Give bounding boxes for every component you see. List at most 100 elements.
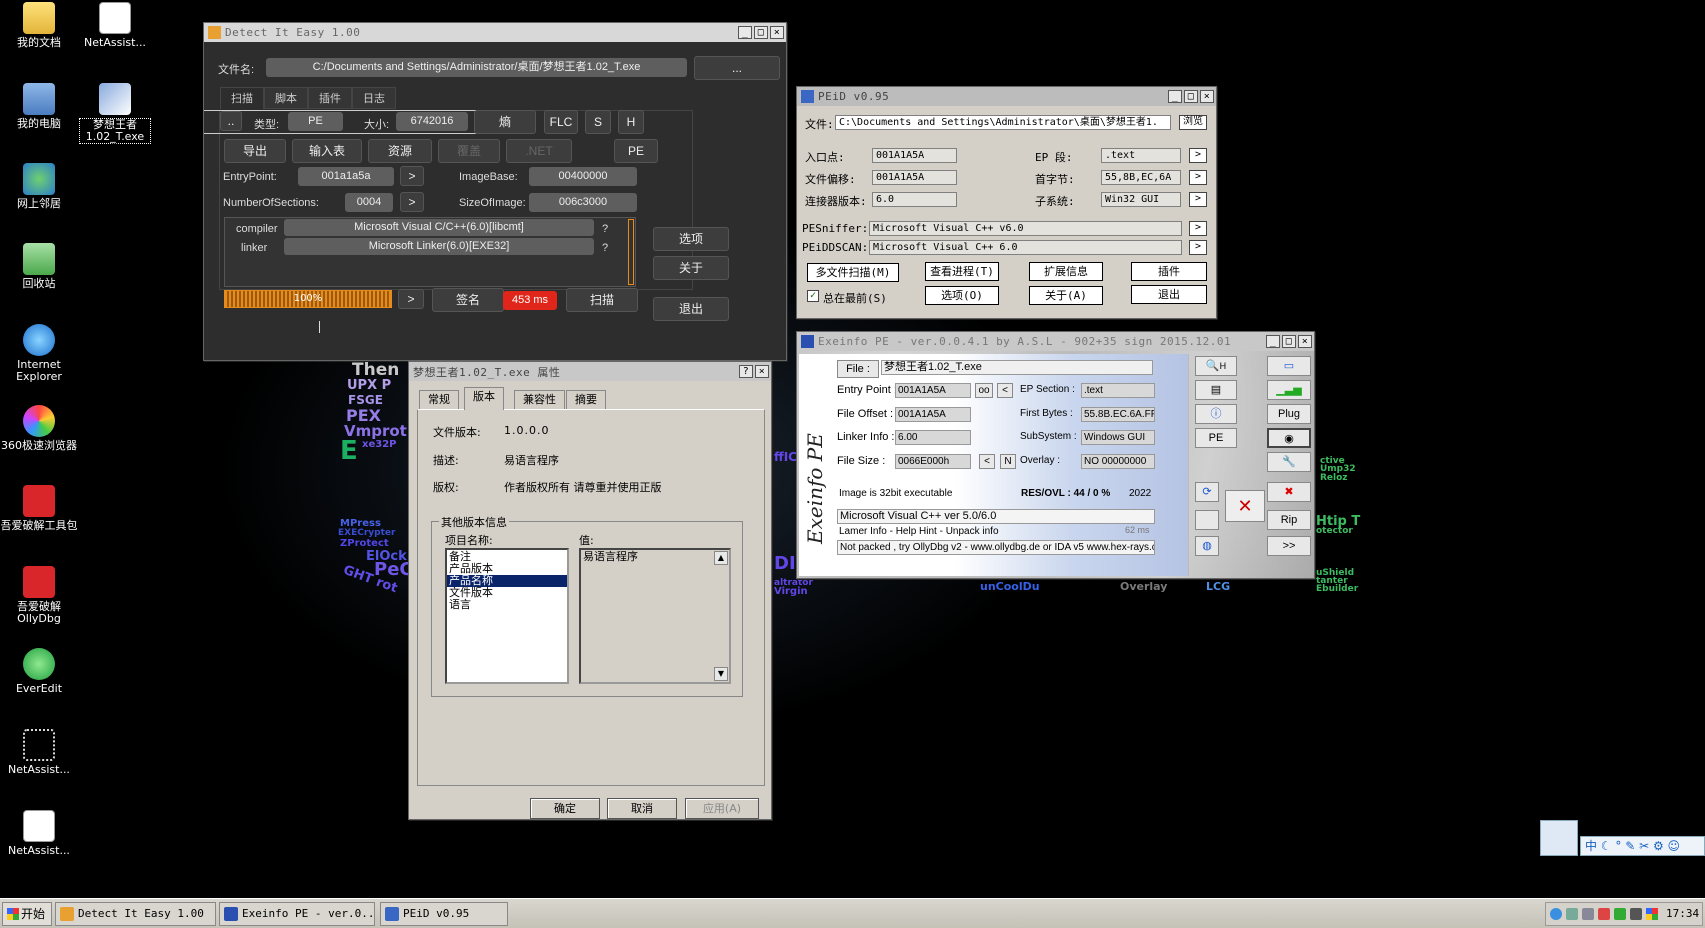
- ime-mode[interactable]: 中: [1585, 839, 1597, 853]
- peid-file-value[interactable]: C:\Documents and Settings\Administrator\…: [835, 115, 1171, 130]
- exe-open-button[interactable]: ▭: [1267, 356, 1311, 376]
- scroll-up-icon[interactable]: ▲: [714, 551, 728, 565]
- die-options-button[interactable]: 选项: [653, 227, 729, 251]
- close-button[interactable]: ×: [1298, 335, 1312, 348]
- maximize-button[interactable]: □: [1282, 335, 1296, 348]
- peid-epsec-arrow[interactable]: >: [1189, 148, 1207, 163]
- exe-small-button[interactable]: [1195, 510, 1219, 530]
- die-compiler-help[interactable]: ?: [602, 223, 608, 235]
- die-ep-arrow-button[interactable]: >: [400, 166, 424, 186]
- props-value-box[interactable]: 易语言程序 ▲ ▼: [579, 548, 731, 684]
- exe-ep-prev-button[interactable]: <: [997, 383, 1013, 398]
- desktop-icon-ie[interactable]: Internet Explorer: [0, 324, 78, 383]
- peid-multiscan-button[interactable]: 多文件扫描(M): [807, 263, 899, 282]
- exe-plug-button[interactable]: Plug: [1267, 404, 1311, 424]
- exe-titlebar[interactable]: Exeinfo PE - ver.0.0.4.1 by A.S.L - 902+…: [797, 332, 1314, 351]
- peid-extinfo-button[interactable]: 扩展信息: [1029, 262, 1103, 281]
- tray-flag-icon[interactable]: [1646, 908, 1658, 920]
- close-button[interactable]: ×: [1200, 90, 1214, 103]
- peid-titlebar[interactable]: PEiD v0.95 _ □ ×: [797, 87, 1216, 106]
- die-import-button[interactable]: 输入表: [292, 139, 362, 163]
- exe-size-prev-button[interactable]: <: [979, 454, 995, 469]
- die-about-button[interactable]: 关于: [653, 256, 729, 280]
- exe-more-button[interactable]: >>: [1267, 536, 1311, 556]
- die-linker-help[interactable]: ?: [602, 242, 608, 254]
- props-item-list[interactable]: 备注 产品版本 产品名称 文件版本 语言: [445, 548, 569, 684]
- exe-tools-button[interactable]: 🔧: [1267, 452, 1311, 472]
- desktop-icon-recycle-bin[interactable]: 回收站: [0, 243, 78, 290]
- clock[interactable]: 17:34: [1666, 907, 1699, 920]
- props-tab-version[interactable]: 版本: [464, 387, 504, 410]
- desktop-icon-netassist-2[interactable]: NetAssist...: [0, 729, 78, 776]
- die-export-button[interactable]: 导出: [224, 139, 286, 163]
- taskbar-item-die[interactable]: Detect It Easy 1.00: [55, 902, 216, 926]
- peid-process-button[interactable]: 查看进程(T): [925, 262, 999, 281]
- ime-toolbar[interactable]: 中 ☾ ° ✎ ✂ ⚙ ☺: [1580, 836, 1705, 856]
- list-item[interactable]: 语言: [447, 599, 567, 611]
- exe-refresh-button[interactable]: ⟳: [1195, 482, 1219, 502]
- die-net-button[interactable]: .NET: [506, 139, 572, 163]
- die-entropy-button[interactable]: 熵: [474, 110, 536, 134]
- die-detect-scrollbar[interactable]: [628, 219, 634, 285]
- exe-rip-button[interactable]: Rip: [1267, 510, 1311, 530]
- desktop-icon-toolkit[interactable]: 吾爱破解工具包: [0, 485, 78, 532]
- props-titlebar[interactable]: 梦想王者1.02_T.exe 属性 ? ×: [409, 362, 771, 381]
- exe-globe-button[interactable]: ◍: [1195, 536, 1219, 556]
- die-titlebar[interactable]: Detect It Easy 1.00 _ □ ×: [204, 23, 786, 42]
- exe-cancel-button[interactable]: ✖: [1267, 482, 1311, 502]
- tray-volume-icon[interactable]: [1630, 908, 1642, 920]
- exe-copy-button[interactable]: ▤: [1195, 380, 1237, 400]
- desktop-icon-netassist-3[interactable]: NetAssist...: [0, 810, 78, 857]
- peid-about-button[interactable]: 关于(A): [1029, 286, 1103, 305]
- ok-button[interactable]: 确定: [530, 798, 600, 819]
- die-sections-arrow-button[interactable]: >: [400, 192, 424, 212]
- die-tab-plugin[interactable]: 插件: [308, 87, 352, 109]
- tray-monitor-icon[interactable]: [1582, 908, 1594, 920]
- die-sign-button[interactable]: 签名: [432, 288, 504, 312]
- peid-pesniffer-arrow[interactable]: >: [1189, 221, 1207, 236]
- exe-oo-button[interactable]: oo: [975, 383, 993, 398]
- desktop-icon-network[interactable]: 网上邻居: [0, 163, 78, 210]
- tray-shield-icon[interactable]: [1614, 908, 1626, 920]
- desktop-icon-360-browser[interactable]: 360极速浏览器: [0, 405, 78, 452]
- exe-exit-button[interactable]: ✕: [1225, 490, 1265, 522]
- die-scan-button[interactable]: 扫描: [566, 288, 638, 312]
- tray-qq-icon[interactable]: [1550, 908, 1562, 920]
- die-dotdot-button[interactable]: ..: [220, 111, 242, 131]
- die-tab-log[interactable]: 日志: [352, 87, 396, 109]
- desktop-icon-target-exe[interactable]: 梦想王者1.02_T.exe: [79, 83, 151, 144]
- exe-file-value[interactable]: 梦想王者1.02_T.exe: [881, 360, 1153, 375]
- peid-firstbytes-arrow[interactable]: >: [1189, 170, 1207, 185]
- desktop-icon-everedit[interactable]: EverEdit: [0, 648, 78, 695]
- desktop-icon-my-documents[interactable]: 我的文档: [0, 2, 78, 49]
- die-flc-button[interactable]: FLC: [544, 110, 578, 134]
- tray-security-icon[interactable]: [1598, 908, 1610, 920]
- peid-options-button[interactable]: 选项(O): [925, 286, 999, 305]
- apply-button[interactable]: 应用(A): [685, 798, 759, 819]
- exe-search-button[interactable]: 🔍H: [1195, 356, 1237, 376]
- peid-peiddscan-arrow[interactable]: >: [1189, 240, 1207, 255]
- die-pe-button[interactable]: PE: [614, 139, 658, 163]
- die-progress-arrow-button[interactable]: >: [398, 289, 424, 309]
- peid-plugin-button[interactable]: 插件: [1131, 262, 1207, 281]
- die-browse-button[interactable]: ...: [694, 56, 780, 80]
- desktop-icon-my-computer[interactable]: 我的电脑: [0, 83, 78, 130]
- desktop-icon-netassist[interactable]: NetAssist...: [76, 2, 154, 49]
- props-tab-compat[interactable]: 兼容性: [514, 390, 565, 410]
- peid-ontop-checkbox[interactable]: ✓: [807, 290, 819, 302]
- peid-browse-button[interactable]: 浏览: [1179, 115, 1207, 130]
- scroll-down-icon[interactable]: ▼: [714, 667, 728, 681]
- die-file-path[interactable]: C:/Documents and Settings/Administrator/…: [266, 58, 687, 77]
- exe-info-button[interactable]: ⓘ: [1195, 404, 1237, 424]
- minimize-button[interactable]: _: [1168, 90, 1182, 103]
- die-resource-button[interactable]: 资源: [368, 139, 432, 163]
- peid-exit-button[interactable]: 退出: [1131, 285, 1207, 304]
- exe-stats-button[interactable]: ▁▃▅: [1267, 380, 1311, 400]
- close-button[interactable]: ×: [755, 365, 769, 378]
- die-tab-script[interactable]: 脚本: [264, 87, 308, 109]
- taskbar-item-peid[interactable]: PEiD v0.95: [380, 902, 508, 926]
- die-exit-button[interactable]: 退出: [653, 297, 729, 321]
- taskbar-item-exeinfo[interactable]: Exeinfo PE - ver.0....: [219, 902, 375, 926]
- die-tab-scan[interactable]: 扫描: [220, 87, 264, 109]
- cancel-button[interactable]: 取消: [607, 798, 677, 819]
